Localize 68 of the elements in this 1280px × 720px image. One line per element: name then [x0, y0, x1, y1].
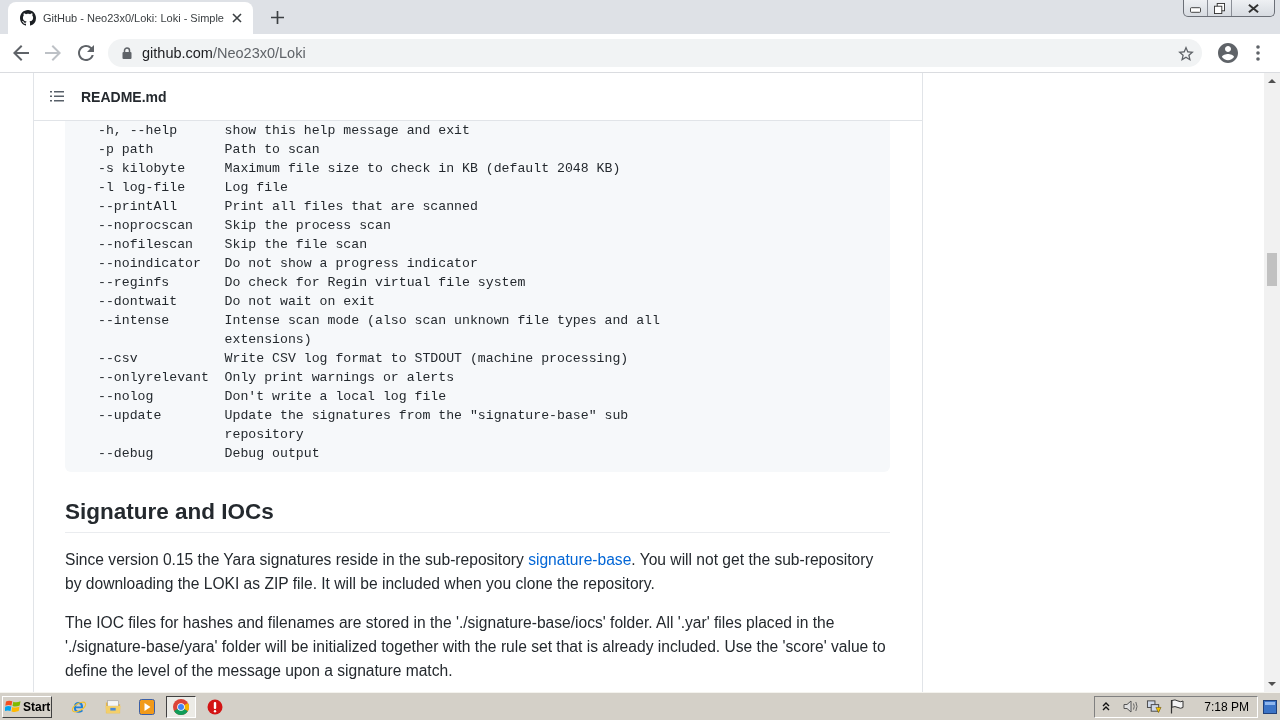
restore-icon — [1214, 2, 1225, 14]
show-desktop-icon[interactable] — [1263, 699, 1277, 714]
section-heading: Signature and IOCs — [65, 498, 890, 534]
option-description: Update the signatures from the "signature-base" sub repository — [224, 407, 630, 444]
cat-logo-icon — [20, 10, 36, 26]
network-icon[interactable] — [1146, 699, 1163, 714]
minimize-icon — [1190, 7, 1201, 13]
folder-icon — [105, 698, 121, 715]
close-icon — [1247, 2, 1259, 14]
windows-logo-icon — [5, 699, 21, 714]
close-icon[interactable] — [231, 13, 242, 23]
option-name: -p path — [98, 141, 155, 159]
chevron-up-icon[interactable] — [1102, 702, 1111, 711]
option-name: -l log-file — [98, 179, 187, 197]
option-description: Path to scan — [224, 141, 320, 159]
option-name: --update — [98, 407, 163, 425]
back-icon[interactable] — [13, 45, 29, 61]
option-description: Do check for Regin virtual file system — [224, 274, 526, 292]
option-description: Skip the file scan — [224, 236, 368, 254]
start-button[interactable]: Start — [2, 695, 52, 718]
flag-icon[interactable] — [1169, 699, 1186, 714]
reload-icon[interactable] — [78, 45, 94, 61]
ring-logo-icon — [173, 698, 189, 715]
option-name: --noprocscan — [98, 217, 194, 235]
alert-icon — [207, 698, 223, 715]
address-bar[interactable]: github.com/Neo23x0/Loki — [108, 39, 1202, 67]
option-description: Debug output — [224, 445, 320, 463]
option-name: --csv — [98, 350, 139, 368]
option-name: --reginfs — [98, 274, 171, 292]
lock-icon — [122, 47, 132, 59]
option-description: Maximum file size to check in KB (default 2048 KB) — [224, 160, 621, 178]
option-name: -h, --help — [98, 122, 179, 140]
paragraph: The IOC files for hashes and filenames are stored in the './signature-base/iocs' folder. All '.yar' files placed in the './signature-base/yara' folder will be initialized together with the rule set that is already included. Use the 'score' value to define the level of the message upon a signature match. — [65, 613, 887, 682]
option-name: --debug — [98, 445, 155, 463]
option-description: Do not wait on exit — [224, 293, 375, 311]
clock[interactable]: 7:18 PM — [1204, 699, 1249, 714]
option-name: --dontwait — [98, 293, 179, 311]
option-name: -s kilobyte — [98, 160, 187, 178]
option-name: --nolog — [98, 388, 155, 406]
paragraph: Since version 0.15 the Yara signatures reside in the sub-repository signature-base. You will not get the sub-repository by downloading the LOKI as ZIP file. It will be included when you clone the repository. — [65, 550, 875, 595]
scrollbar[interactable] — [1264, 73, 1280, 692]
option-name: --onlyrelevant — [98, 369, 210, 387]
option-description: Write CSV log format to STDOUT (machine processing) — [224, 350, 629, 368]
option-description: Log file — [224, 179, 288, 197]
speaker-icon[interactable] — [1123, 699, 1140, 714]
option-description: Skip the process scan — [224, 217, 391, 235]
scrollbar-thumb[interactable] — [1267, 253, 1277, 286]
option-name: --printAll — [98, 198, 179, 216]
taskbar-button[interactable] — [166, 695, 196, 718]
option-description: Don't write a local log file — [224, 388, 447, 406]
scroll-down-icon[interactable] — [1268, 682, 1276, 686]
play-icon — [139, 698, 155, 715]
option-description: show this help message and exit — [224, 122, 470, 140]
account-icon[interactable] — [1218, 43, 1238, 63]
option-name: --intense — [98, 312, 171, 330]
scroll-up-icon[interactable] — [1268, 79, 1276, 83]
option-name: --nofilescan — [98, 236, 194, 254]
list-icon[interactable] — [50, 91, 64, 102]
plus-icon[interactable] — [270, 11, 284, 24]
menu-icon[interactable] — [1256, 45, 1260, 61]
option-description: Only print warnings or alerts — [224, 369, 455, 387]
option-description: Do not show a progress indicator — [224, 255, 478, 273]
file-name: README.md — [81, 88, 167, 105]
option-description: Intense scan mode (also scan unknown file types and all extensions) — [224, 312, 661, 349]
star-icon[interactable] — [1178, 45, 1194, 61]
browser-tab[interactable]: GitHub - Neo23x0/Loki: Loki - Simple — [8, 2, 253, 34]
option-description: Print all files that are scanned — [224, 198, 478, 216]
option-name: --noindicator — [98, 255, 202, 273]
